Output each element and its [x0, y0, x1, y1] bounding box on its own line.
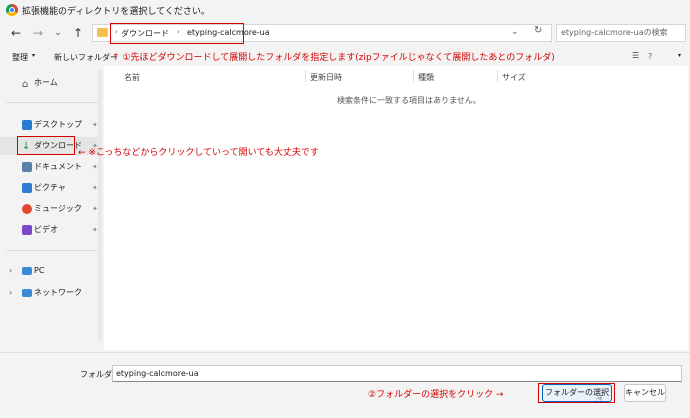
column-header-type[interactable]: 種類 — [418, 72, 434, 83]
expand-chevron-icon[interactable]: › — [9, 262, 12, 280]
sidebar-item-music[interactable]: ミュージック ✦ — [0, 200, 100, 218]
column-divider[interactable] — [413, 70, 414, 82]
folder-field-value: etyping-calcmore-ua — [116, 369, 199, 378]
sidebar-item-label: ネットワーク — [34, 288, 82, 297]
new-folder-button[interactable]: 新しいフォルダー — [54, 52, 118, 63]
file-list — [104, 66, 688, 350]
history-dropdown-icon[interactable]: ⌄ — [50, 25, 66, 41]
chrome-icon — [6, 4, 18, 16]
sidebar-item-home[interactable]: ⌂ ホーム — [0, 74, 100, 92]
sidebar-item-pictures[interactable]: ピクチャ ✦ — [0, 179, 100, 197]
column-divider[interactable] — [497, 70, 498, 82]
view-options-icon[interactable]: ☰ — [632, 51, 639, 60]
up-button[interactable]: ↑ — [70, 25, 86, 41]
pin-icon: ✦ — [92, 121, 98, 129]
sidebar-divider — [6, 102, 102, 103]
pin-icon: ✦ — [92, 205, 98, 213]
sidebar-item-label: ミュージック — [34, 204, 82, 213]
annotation-step2: ②フォルダーの選択をクリック → — [368, 390, 504, 400]
forward-button[interactable]: → — [30, 25, 46, 41]
column-header-size[interactable]: サイズ — [502, 72, 526, 83]
sidebar-item-videos[interactable]: ビデオ ✦ — [0, 221, 100, 239]
sidebar-item-network[interactable]: › ネットワーク — [0, 284, 100, 302]
sidebar-item-label: ピクチャ — [34, 183, 66, 192]
view-dropdown-icon[interactable]: ▾ — [678, 52, 681, 59]
expand-chevron-icon[interactable]: › — [9, 284, 12, 302]
empty-message: 検索条件に一致する項目はありません。 — [337, 96, 481, 105]
network-icon — [22, 289, 32, 297]
address-highlight — [110, 23, 244, 44]
search-input[interactable]: etyping-calcmore-uaの検索 — [556, 24, 686, 42]
music-icon — [22, 204, 32, 214]
pc-icon — [22, 267, 32, 275]
sidebar-scrollbar[interactable] — [98, 70, 102, 340]
hand-cursor-icon: ☝ — [596, 393, 603, 406]
pin-icon: ✦ — [92, 163, 98, 171]
folder-field[interactable]: etyping-calcmore-ua — [112, 365, 682, 382]
sidebar-item-label: ビデオ — [34, 225, 58, 234]
column-header-modified[interactable]: 更新日時 — [310, 72, 342, 83]
videos-icon — [22, 225, 32, 235]
pin-icon: ✦ — [92, 226, 98, 234]
documents-icon — [22, 162, 32, 172]
sidebar-item-pc[interactable]: › PC — [0, 262, 100, 280]
title-bar: 拡張機能のディレクトリを選択してください。 — [0, 0, 690, 22]
help-icon[interactable]: ? — [648, 52, 652, 61]
window-title: 拡張機能のディレクトリを選択してください。 — [22, 7, 210, 17]
sidebar-divider — [6, 250, 102, 251]
pictures-icon — [22, 183, 32, 193]
downloads-highlight — [17, 136, 75, 155]
desktop-icon — [22, 120, 32, 130]
annotation-step1: ↑ ①先ほどダウンロードして展開したフォルダを指定します(zipファイルじゃなく… — [112, 53, 555, 63]
cancel-button[interactable]: キャンセル — [624, 384, 666, 402]
organize-button[interactable]: 整理 — [12, 52, 28, 63]
sidebar-item-label: PC — [34, 266, 45, 275]
column-header-name[interactable]: 名前 — [124, 72, 140, 83]
annotation-sidebar-hint: ← ※こっちなどからクリックしていって開いても大丈夫です — [78, 148, 319, 158]
refresh-icon[interactable]: ↻ — [534, 25, 542, 36]
organize-dropdown-icon: ▾ — [32, 52, 36, 59]
sidebar-item-label: デスクトップ — [34, 120, 82, 129]
sidebar-item-label: ホーム — [34, 78, 58, 87]
sidebar-item-label: ドキュメント — [34, 162, 82, 171]
pin-icon: ✦ — [92, 184, 98, 192]
home-icon: ⌂ — [22, 79, 29, 90]
back-button[interactable]: ← — [8, 25, 24, 41]
sidebar-item-desktop[interactable]: デスクトップ ✦ — [0, 116, 100, 134]
address-dropdown-icon[interactable]: ⌄ — [511, 27, 519, 37]
column-divider[interactable] — [305, 70, 306, 82]
folder-icon — [97, 28, 108, 37]
sidebar-item-documents[interactable]: ドキュメント ✦ — [0, 158, 100, 176]
